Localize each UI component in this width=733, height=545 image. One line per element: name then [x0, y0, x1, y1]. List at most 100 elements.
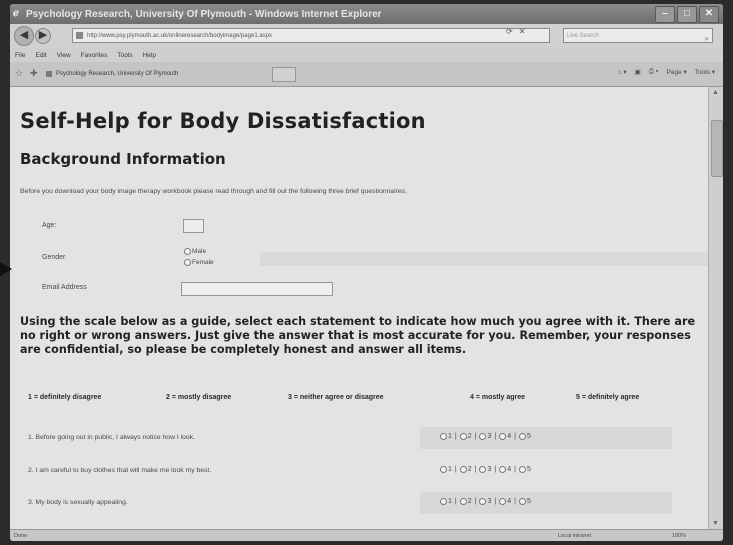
favorites-bar: ☆ ✚ Psychology Research, University Of P…	[10, 62, 723, 87]
tools-menu[interactable]: Tools ▾	[695, 68, 715, 76]
menu-edit[interactable]: Edit	[35, 52, 46, 59]
gender-male-label: Male	[192, 248, 207, 255]
answer-radio-3[interactable]: 3	[479, 466, 491, 473]
radio-circle-icon	[499, 466, 507, 473]
feeds-icon[interactable]: ▣	[635, 68, 641, 76]
favorites-star-icon[interactable]: ☆	[15, 68, 23, 79]
search-icon[interactable]: ⌕	[705, 31, 709, 46]
home-icon[interactable]: ⌂ ▾	[618, 68, 627, 76]
email-label: Email Address	[42, 284, 87, 291]
scroll-up-icon[interactable]: ▲	[712, 89, 719, 96]
answer-radio-1[interactable]: 1	[440, 433, 452, 440]
pointer-arrow-icon	[0, 262, 12, 276]
answer-label: 2	[467, 466, 472, 473]
background-form: Age: Gender Male Female Email Address	[20, 210, 708, 302]
menu-file[interactable]: File	[15, 52, 25, 59]
answer-radio-1[interactable]: 1	[440, 498, 452, 505]
answer-label: 1	[448, 466, 452, 473]
answer-label: 5	[526, 433, 531, 440]
answer-radio-3[interactable]: 3	[479, 498, 491, 505]
gender-male-radio[interactable]: Male	[184, 248, 206, 255]
question-text: 2. I am careful to buy clothes that will…	[28, 467, 212, 474]
maximize-button[interactable]: □	[677, 6, 697, 23]
refresh-icon[interactable]: ⟳	[506, 27, 513, 36]
radio-circle-icon	[184, 259, 191, 266]
menu-tools[interactable]: Tools	[117, 52, 132, 59]
gender-female-label: Female	[192, 259, 214, 266]
vertical-scrollbar[interactable]: ▲ ▼	[708, 87, 723, 529]
url-text: http://www.psy.plymouth.ac.uk/onlinerese…	[87, 33, 272, 39]
scale-item-1: 1 = definitely disagree	[28, 394, 102, 401]
answer-label: 3	[487, 498, 492, 505]
gender-label: Gender	[42, 254, 66, 261]
scale-item-5: 5 = definitely agree	[576, 394, 640, 401]
back-button[interactable]: ◀	[14, 26, 34, 46]
radio-circle-icon	[184, 248, 191, 255]
status-text: Done	[14, 533, 28, 539]
email-field[interactable]	[181, 282, 333, 296]
close-button[interactable]: ✕	[699, 6, 719, 23]
forward-button[interactable]: ▶	[35, 28, 51, 44]
window-title: Psychology Research, University Of Plymo…	[26, 8, 382, 20]
zoom-level[interactable]: 100%	[672, 530, 686, 541]
gender-female-radio[interactable]: Female	[184, 259, 214, 266]
address-input[interactable]: http://www.psy.plymouth.ac.uk/onlinerese…	[72, 28, 550, 43]
menu-help[interactable]: Help	[143, 52, 156, 59]
menu-bar: File Edit View Favorites Tools Help	[10, 48, 723, 62]
radio-circle-icon	[499, 498, 507, 505]
radio-circle-icon	[518, 498, 526, 505]
answer-radio-2[interactable]: 2	[459, 466, 472, 473]
answer-radio-2[interactable]: 2	[459, 433, 472, 440]
answer-radio-4[interactable]: 4	[499, 433, 511, 440]
radio-circle-icon	[440, 498, 447, 505]
new-tab-button[interactable]	[272, 67, 296, 82]
answer-label: 3	[487, 466, 492, 473]
add-favorite-icon[interactable]: ✚	[30, 68, 38, 79]
status-bar: Done Local intranet 100%	[10, 529, 723, 541]
tab-title: Psychology Research, University Of Plymo…	[56, 71, 179, 77]
page-icon	[76, 32, 83, 39]
window-controls: – □ ✕	[655, 6, 719, 23]
page-menu[interactable]: Page ▾	[667, 68, 687, 76]
age-input[interactable]	[183, 219, 204, 233]
answer-radio-4[interactable]: 4	[499, 466, 511, 473]
window-titlebar: ℯ Psychology Research, University Of Ply…	[10, 4, 723, 24]
answer-radio-2[interactable]: 2	[459, 498, 472, 505]
answer-radio-1[interactable]: 1	[440, 466, 452, 473]
answer-label: 4	[507, 433, 512, 440]
answer-radio-3[interactable]: 3	[479, 433, 491, 440]
answer-label: 1	[448, 498, 452, 505]
answer-radio-group: 1 | 2 | 3 | 4 | 5	[440, 498, 531, 505]
answer-radio-group: 1 | 2 | 3 | 4 | 5	[440, 433, 531, 440]
answer-label: 2	[467, 498, 472, 505]
print-icon[interactable]: ⎙ ▾	[649, 68, 659, 76]
answer-radio-5[interactable]: 5	[518, 433, 531, 440]
question-row: 2. I am careful to buy clothes that will…	[20, 460, 700, 482]
page-title: Self-Help for Body Dissatisfaction	[20, 109, 426, 133]
tab-psychology-research[interactable]: Psychology Research, University Of Plymo…	[46, 67, 276, 81]
browser-window: ℯ Psychology Research, University Of Ply…	[10, 4, 723, 541]
scroll-thumb[interactable]	[711, 120, 723, 177]
scroll-down-icon[interactable]: ▼	[712, 520, 719, 527]
age-label: Age:	[42, 222, 57, 229]
row-stripe	[260, 252, 708, 266]
stop-icon[interactable]: ✕	[519, 27, 526, 36]
answer-radio-5[interactable]: 5	[518, 466, 531, 473]
search-input[interactable]: Live Search ⌕	[563, 28, 713, 43]
intro-text: Before you download your body image ther…	[20, 188, 407, 195]
scale-item-3: 3 = neither agree or disagree	[288, 394, 384, 401]
command-bar: ⌂ ▾ ▣ ⎙ ▾ Page ▾ Tools ▾	[618, 68, 715, 76]
answer-radio-5[interactable]: 5	[518, 498, 531, 505]
answer-radio-4[interactable]: 4	[499, 498, 511, 505]
answer-label: 1	[448, 433, 452, 440]
radio-circle-icon	[459, 466, 467, 473]
menu-favorites[interactable]: Favorites	[81, 52, 108, 59]
radio-circle-icon	[479, 433, 487, 440]
question-row: 1. Before going out in public, I always …	[20, 427, 700, 449]
refresh-stop-group: ⟳ ✕	[506, 27, 525, 36]
answer-label: 3	[487, 433, 492, 440]
question-row: 3. My body is sexually appealing. 1 | 2 | …	[20, 492, 700, 514]
minimize-button[interactable]: –	[655, 6, 675, 23]
tab-page-icon	[46, 71, 52, 77]
menu-view[interactable]: View	[57, 52, 71, 59]
